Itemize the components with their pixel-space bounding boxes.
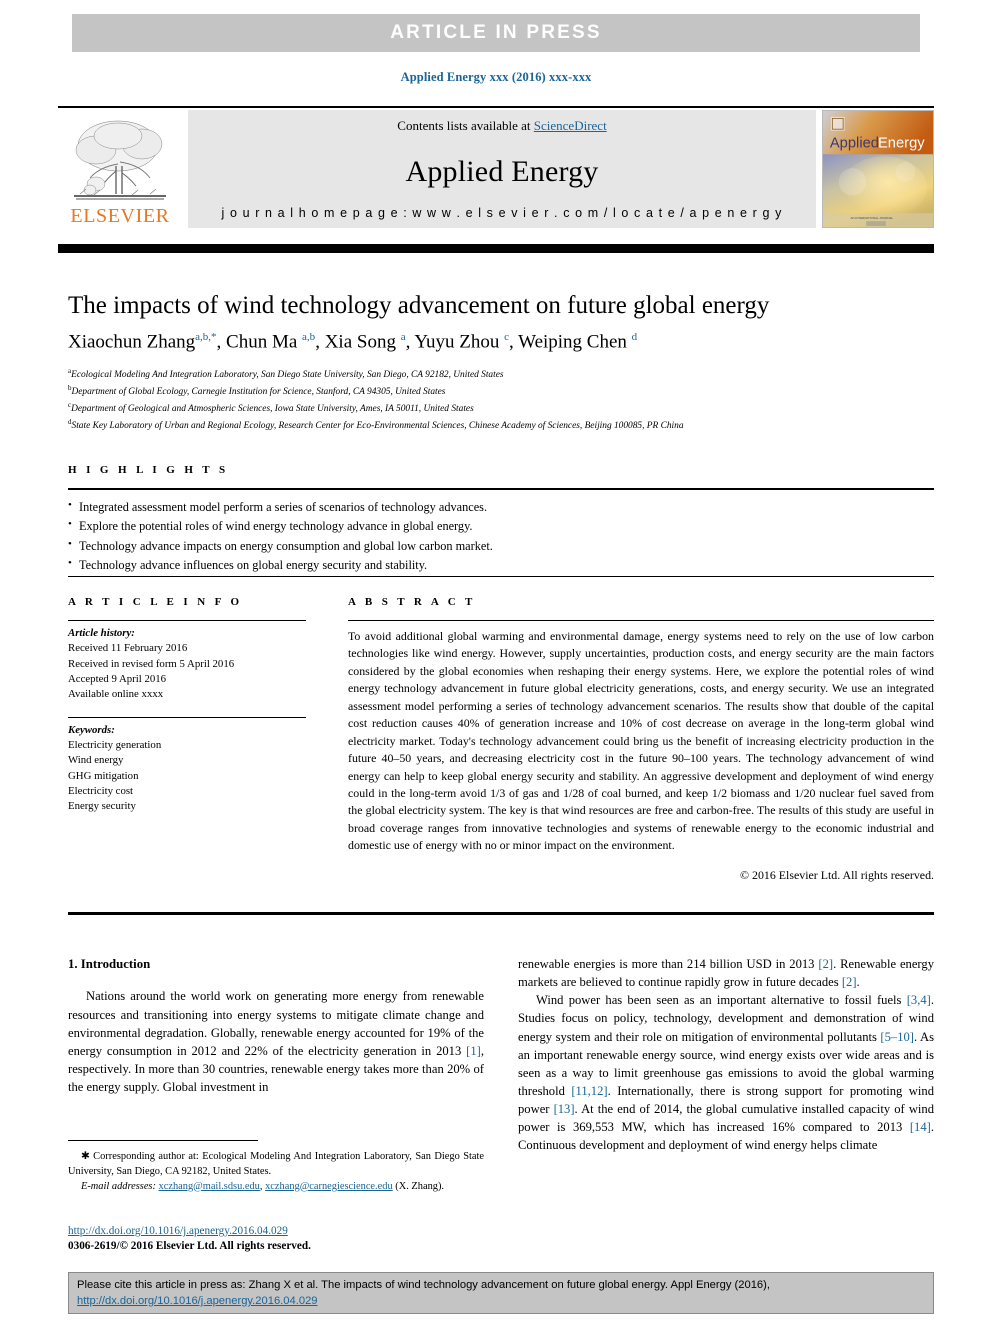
issn-copyright: 0306-2619/© 2016 Elsevier Ltd. All right…	[68, 1240, 311, 1253]
page-title: The impacts of wind technology advanceme…	[68, 292, 770, 319]
email-label: E-mail addresses:	[81, 1180, 156, 1192]
article-in-press-label: ARTICLE IN PRESS	[390, 22, 602, 43]
affiliation-list: aEcological Modeling And Integration Lab…	[68, 366, 938, 434]
article-history-item: Accepted 9 April 2016	[68, 672, 167, 685]
keywords-rule	[68, 716, 306, 718]
elsevier-wordmark: ELSEVIER	[70, 205, 170, 227]
keyword-item: Electricity cost	[68, 784, 134, 797]
doi-link[interactable]: http://dx.doi.org/10.1016/j.apenergy.201…	[68, 1225, 288, 1237]
footnote-rule	[68, 1140, 258, 1141]
citation-text: Please cite this article in press as: Zh…	[77, 1279, 770, 1291]
affiliation-item: aEcological Modeling And Integration Lab…	[68, 367, 504, 381]
affiliation-marker: d	[68, 418, 72, 427]
article-history-item: Received 11 February 2016	[68, 642, 188, 655]
doi-block: http://dx.doi.org/10.1016/j.apenergy.201…	[68, 1224, 484, 1255]
affiliation-marker: b	[68, 384, 72, 393]
intro-paragraph-left: Nations around the world work on generat…	[68, 987, 484, 1096]
affiliation-item: bDepartment of Global Ecology, Carnegie …	[68, 384, 446, 398]
email-link-2[interactable]: xczhang@carnegiescience.edu	[265, 1181, 393, 1192]
elsevier-tree-icon	[74, 120, 166, 200]
email-link-1[interactable]: xczhang@mail.sdsu.edu	[159, 1181, 260, 1192]
article-history-block: Article history: Received 11 February 20…	[68, 626, 316, 703]
highlight-item: Technology advance influences on global …	[68, 555, 934, 575]
highlights-rule	[68, 488, 934, 490]
keyword-item: Electricity generation	[68, 738, 162, 751]
highlight-item: Technology advance impacts on energy con…	[68, 536, 934, 556]
article-info-heading: A R T I C L E I N F O	[68, 596, 243, 608]
masthead-bottom-rule	[58, 244, 934, 253]
affiliation-marker: c	[68, 401, 72, 410]
abstract-column: To avoid additional global warming and e…	[348, 620, 934, 883]
article-info-rule	[68, 620, 306, 621]
keyword-item: Wind energy	[68, 754, 124, 767]
article-history-items: Received 11 February 2016 Received in rev…	[68, 641, 316, 702]
email-note: E-mail addresses: xczhang@mail.sdsu.edu,…	[68, 1180, 484, 1195]
journal-cover-thumbnail: Applied Energy AN INTERNATIONAL JOURNAL	[822, 110, 934, 228]
journal-cover-image: Applied Energy AN INTERNATIONAL JOURNAL	[823, 111, 933, 227]
keywords-block: Keywords: Electricity generation Wind ene…	[68, 723, 316, 815]
article-in-press-banner: ARTICLE IN PRESS	[72, 14, 920, 52]
article-history-item: Received in revised form 5 April 2016	[68, 657, 235, 670]
highlights-list: Integrated assessment model perform a se…	[68, 497, 934, 576]
corresponding-author-text: Corresponding author at: Ecological Mode…	[68, 1151, 484, 1177]
paragraph: Nations around the world work on generat…	[68, 989, 484, 1095]
masthead-top-rule	[58, 106, 934, 108]
contents-prefix: Contents lists available at	[397, 118, 534, 133]
keywords-items: Electricity generation Wind energy GHG mit…	[68, 738, 316, 815]
article-history-label: Article history:	[68, 627, 135, 639]
article-history-item: Available online xxxx	[68, 688, 164, 701]
article-info-top-rule	[68, 576, 934, 578]
abstract-copyright: © 2016 Elsevier Ltd. All rights reserved…	[740, 867, 934, 882]
citation-box: Please cite this article in press as: Zh…	[68, 1272, 934, 1314]
section-heading-introduction: 1. Introduction	[68, 957, 151, 971]
paragraph: Wind power has been seen as an important…	[518, 993, 935, 1153]
intro-paragraphs-right: renewable energies is more than 214 bill…	[518, 955, 934, 1154]
masthead-center: Contents lists available at ScienceDirec…	[188, 110, 816, 228]
abstract-heading: A B S T R A C T	[348, 596, 476, 608]
abstract-bottom-rule	[68, 912, 934, 915]
author-list: Xiaochun Zhanga,b,*, Chun Ma a,b, Xia So…	[68, 331, 638, 353]
journal-homepage-line[interactable]: j o u r n a l h o m e p a g e : w w w . …	[222, 206, 783, 220]
asterisk-icon: ✱	[81, 1151, 94, 1162]
elsevier-logo: ELSEVIER	[58, 110, 182, 228]
affiliation-item: cDepartment of Geological and Atmospheri…	[68, 401, 474, 415]
footnote-block: ✱ Corresponding author at: Ecological Mo…	[68, 1150, 484, 1195]
journal-masthead: ELSEVIER Contents lists available at Sci…	[58, 110, 934, 228]
journal-title: Applied Energy	[405, 155, 599, 188]
highlight-item: Integrated assessment model perform a se…	[68, 497, 934, 517]
highlights-heading: H I G H L I G H T S	[68, 464, 229, 476]
svg-text:Applied: Applied	[830, 135, 879, 151]
body-column-right: renewable energies is more than 214 bill…	[518, 955, 934, 1154]
keywords-label: Keywords:	[68, 723, 115, 736]
abstract-rule	[348, 620, 934, 621]
email-suffix: (X. Zhang).	[395, 1180, 445, 1192]
affiliation-item: dState Key Laboratory of Urban and Regio…	[68, 418, 684, 432]
highlights-items: Integrated assessment model perform a se…	[68, 497, 934, 576]
journal-running-head: Applied Energy xxx (2016) xxx-xxx	[400, 70, 592, 84]
svg-text:Energy: Energy	[878, 135, 925, 151]
sciencedirect-link[interactable]: ScienceDirect	[534, 118, 607, 133]
contents-lists-line: Contents lists available at ScienceDirec…	[397, 118, 606, 134]
abstract-text: To avoid additional global warming and e…	[348, 629, 934, 853]
affiliation-marker: a	[68, 367, 72, 375]
svg-text:AN INTERNATIONAL JOURNAL: AN INTERNATIONAL JOURNAL	[851, 216, 894, 220]
paragraph: renewable energies is more than 214 bill…	[518, 957, 934, 990]
body-column-left: 1. Introduction Nations around the world…	[68, 955, 484, 1096]
article-info-column: Article history: Received 11 February 20…	[68, 620, 316, 815]
keyword-item: GHG mitigation	[68, 769, 139, 782]
citation-doi-link[interactable]: http://dx.doi.org/10.1016/j.apenergy.201…	[77, 1295, 318, 1307]
corresponding-author-note: ✱ Corresponding author at: Ecological Mo…	[68, 1150, 484, 1180]
keyword-item: Energy security	[68, 800, 136, 813]
highlight-item: Explore the potential roles of wind ener…	[68, 516, 934, 536]
